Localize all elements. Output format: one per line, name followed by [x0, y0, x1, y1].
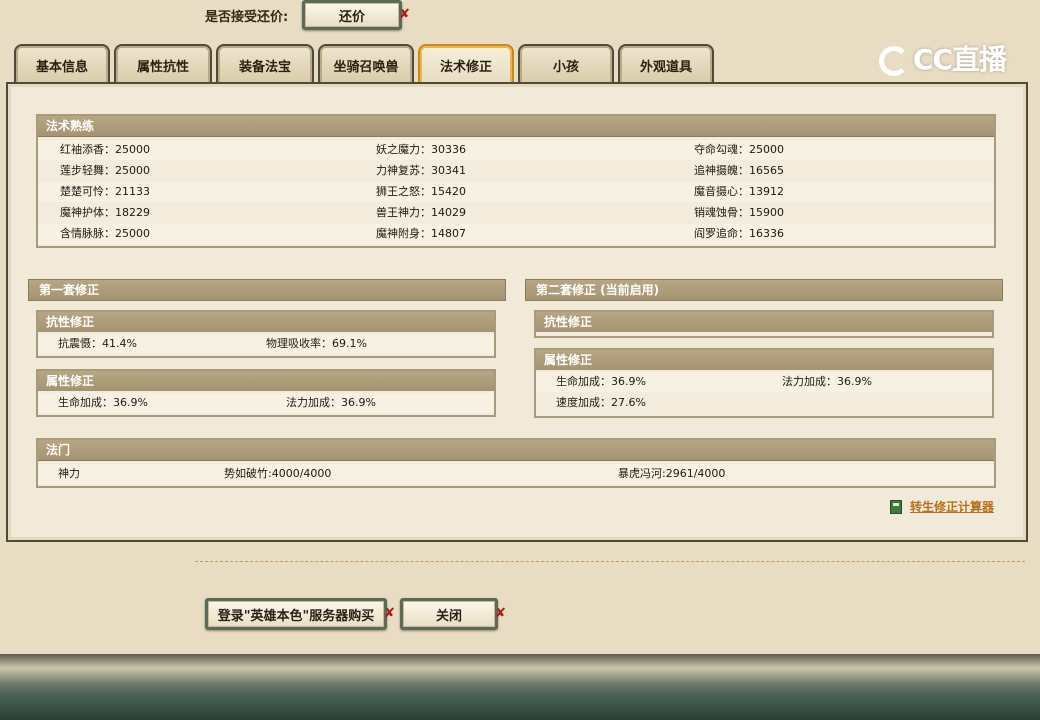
set2-resist-section: 抗性修正: [534, 310, 994, 338]
skill-row: 红袖添香：25000 妖之魔力：30336 夺命勾魂：25000: [38, 140, 994, 160]
tab-appearance-items[interactable]: 外观道具: [618, 44, 714, 84]
set1-resist-section: 抗性修正 抗震慑：41.4% 物理吸收率：69.1%: [36, 310, 496, 358]
skill-value: 销魂蚀骨：15900: [694, 206, 784, 219]
cc-live-logo: CC直播: [878, 38, 1007, 78]
login-server-buy-button[interactable]: 登录"英雄本色"服务器购买 ✘: [205, 598, 395, 630]
login-server-buy-label: 登录"英雄本色"服务器购买: [217, 608, 375, 624]
fa-men-type: 神力: [58, 467, 80, 480]
skill-value: 魔神护体：18229: [60, 206, 150, 219]
counter-offer-button-label: 还价: [338, 9, 365, 25]
attr-value: 法力加成：36.9%: [286, 396, 376, 409]
skill-value: 红袖添香：25000: [60, 143, 150, 156]
fa-men-section: 法门 神力 势如破竹:4000/4000 暴虎冯河:2961/4000: [36, 438, 996, 488]
skill-value: 狮王之怒：15420: [376, 185, 466, 198]
tab-equipment[interactable]: 装备法宝: [216, 44, 314, 84]
logo-text: CC直播: [912, 43, 1007, 76]
skill-value: 阎罗追命：16336: [694, 227, 784, 240]
tab-basic-info[interactable]: 基本信息: [14, 44, 110, 84]
set1-header: 第一套修正: [28, 279, 506, 301]
counter-offer-button[interactable]: 还价 ✘: [302, 0, 410, 30]
calculator-icon: [889, 499, 902, 514]
tab-spell-correction[interactable]: 法术修正: [418, 44, 514, 84]
set1-attr-row: 生命加成：36.9% 法力加成：36.9%: [38, 393, 494, 413]
fa-men-value: 暴虎冯河:2961/4000: [618, 467, 726, 480]
set1-attr-section: 属性修正 生命加成：36.9% 法力加成：36.9%: [36, 369, 496, 417]
skill-value: 力神复苏：30341: [376, 164, 466, 177]
tab-child[interactable]: 小孩: [518, 44, 614, 84]
skill-row: 莲步轻舞：25000 力神复苏：30341 追神摄魄：16565: [38, 161, 994, 181]
close-button-label: 关闭: [435, 608, 462, 624]
decorative-floor-base: [0, 692, 1040, 720]
skill-value: 楚楚可怜：21133: [60, 185, 150, 198]
tab-attribute-resist[interactable]: 属性抗性: [114, 44, 212, 84]
skill-row: 楚楚可怜：21133 狮王之怒：15420 魔音摄心：13912: [38, 182, 994, 202]
close-x-icon: ✘: [495, 605, 506, 621]
attr-value: 生命加成：36.9%: [58, 396, 148, 409]
skill-value: 夺命勾魂：25000: [694, 143, 784, 156]
skill-proficiency-header: 法术熟练: [38, 116, 994, 137]
fa-men-value: 势如破竹:4000/4000: [224, 467, 332, 480]
skill-value: 魔神附身：14807: [376, 227, 466, 240]
rebirth-calculator-link[interactable]: 转生修正计算器: [889, 498, 994, 515]
skill-row: 魔神护体：18229 兽王神力：14029 销魂蚀骨：15900: [38, 203, 994, 223]
tab-mount-summon[interactable]: 坐骑召唤兽: [318, 44, 414, 84]
set2-attr-section: 属性修正 生命加成：36.9% 法力加成：36.9% 速度加成：27.6%: [534, 348, 994, 418]
skill-value: 妖之魔力：30336: [376, 143, 466, 156]
set2-header: 第二套修正 (当前启用): [525, 279, 1003, 301]
close-x-icon: ✘: [399, 6, 410, 22]
skill-proficiency-section: 法术熟练 红袖添香：25000 妖之魔力：30336 夺命勾魂：25000 莲步…: [36, 114, 996, 248]
spell-correction-panel: 法术熟练 红袖添香：25000 妖之魔力：30336 夺命勾魂：25000 莲步…: [6, 82, 1028, 542]
skill-row: 含情脉脉：25000 魔神附身：14807 阎罗追命：16336: [38, 224, 994, 244]
close-x-icon: ✘: [384, 605, 395, 621]
accept-counter-offer-label: 是否接受还价:: [205, 10, 289, 25]
skill-value: 兽王神力：14029: [376, 206, 466, 219]
resist-value: 物理吸收率：69.1%: [266, 337, 367, 350]
set2-attr-row: 生命加成：36.9% 法力加成：36.9%: [536, 372, 992, 392]
resist-value: 抗震慑：41.4%: [58, 337, 137, 350]
set1-attr-header: 属性修正: [38, 371, 494, 391]
skill-value: 含情脉脉：25000: [60, 227, 150, 240]
set2-attr-row: 速度加成：27.6%: [536, 393, 992, 413]
set2-resist-header: 抗性修正: [536, 312, 992, 332]
close-button[interactable]: 关闭 ✘: [400, 598, 506, 630]
fa-men-header: 法门: [38, 440, 994, 461]
attr-value: 速度加成：27.6%: [556, 396, 646, 409]
set1-resist-row: 抗震慑：41.4% 物理吸收率：69.1%: [38, 334, 494, 354]
divider: [195, 561, 1025, 562]
rebirth-calculator-label: 转生修正计算器: [909, 500, 994, 514]
attr-value: 法力加成：36.9%: [782, 375, 872, 388]
fa-men-row: 神力 势如破竹:4000/4000 暴虎冯河:2961/4000: [38, 464, 994, 484]
skill-value: 追神摄魄：16565: [694, 164, 784, 177]
set2-attr-header: 属性修正: [536, 350, 992, 370]
attr-value: 生命加成：36.9%: [556, 375, 646, 388]
cc-logo-icon: [878, 46, 909, 76]
skill-value: 魔音摄心：13912: [694, 185, 784, 198]
set1-resist-header: 抗性修正: [38, 312, 494, 332]
skill-value: 莲步轻舞：25000: [60, 164, 150, 177]
